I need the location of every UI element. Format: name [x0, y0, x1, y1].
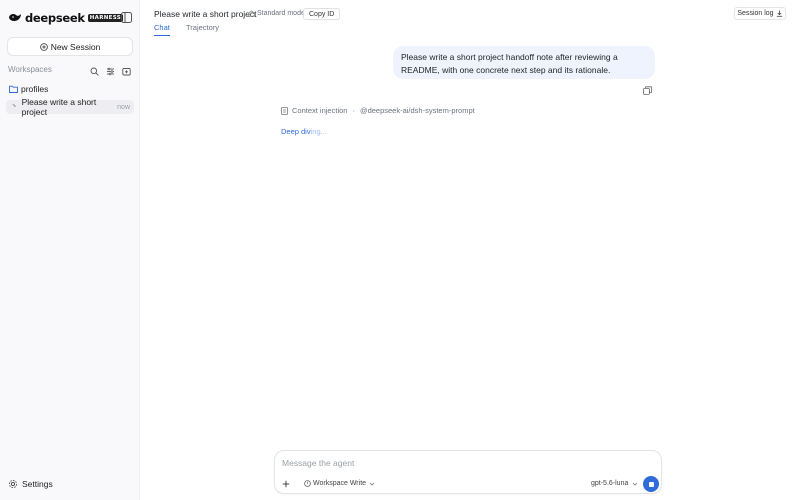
tab-trajectory[interactable]: Trajectory — [186, 23, 219, 35]
home-icon — [248, 10, 255, 17]
plus-circle-icon — [39, 42, 48, 51]
mode-label: Standard mode — [257, 10, 305, 17]
chevron-down-icon — [369, 482, 375, 486]
folder-icon — [9, 85, 18, 93]
gear-icon — [8, 479, 18, 489]
context-source: @deepseek-ai/dsh-system-prompt — [359, 106, 475, 115]
settings-label: Settings — [22, 479, 53, 489]
message-input[interactable] — [282, 457, 652, 469]
workspace-mode-label: Workspace Write — [313, 480, 367, 487]
page-title: Please write a short project — [154, 9, 257, 19]
filter-icon[interactable] — [106, 65, 115, 76]
session-log-button[interactable]: Session log — [734, 7, 786, 20]
settings-button[interactable]: Settings — [8, 479, 53, 489]
session-time: now — [117, 103, 130, 111]
new-folder-icon[interactable] — [122, 65, 131, 76]
model-select[interactable]: gpt-5.6-luna — [591, 480, 638, 487]
sidebar: deepseek HARNESS New Session Workspaces … — [0, 0, 140, 500]
copy-id-button[interactable]: Copy ID — [303, 8, 341, 20]
plus-icon[interactable] — [282, 480, 290, 488]
message-composer: Workspace Write gpt-5.6-luna — [274, 450, 662, 494]
new-session-button[interactable]: New Session — [7, 37, 133, 56]
whale-logo-icon — [9, 13, 21, 21]
status-text-main: Deep div — [281, 127, 311, 136]
separator-dot: · — [352, 106, 355, 115]
context-injection-row[interactable]: Context injection · @deepseek-ai/dsh-sys… — [281, 106, 475, 115]
stop-button[interactable] — [643, 476, 659, 492]
workspaces-label: Workspaces — [8, 65, 52, 74]
status-text-fade: ing... — [310, 127, 327, 136]
new-session-label: New Session — [50, 41, 101, 52]
tab-chat[interactable]: Chat — [154, 23, 170, 36]
sidebar-toggle-icon[interactable] — [121, 12, 132, 23]
document-icon — [281, 106, 288, 115]
loading-spinner-icon — [12, 104, 16, 108]
session-title: Please write a short project — [21, 97, 97, 117]
stop-icon — [648, 481, 654, 487]
brand-tag: HARNESS — [87, 14, 123, 22]
download-icon — [776, 10, 782, 17]
session-log-label: Session log — [737, 10, 774, 17]
workspace-mode-select[interactable]: Workspace Write — [304, 480, 375, 487]
folder-label: profiles — [21, 84, 49, 94]
session-list-item[interactable]: Please write a short project now — [6, 97, 134, 117]
mode-indicator: Standard mode — [248, 10, 305, 17]
context-label: Context injection — [292, 106, 348, 115]
search-icon[interactable] — [90, 65, 99, 76]
workspace-write-icon — [304, 480, 311, 487]
user-message-bubble: Please write a short project handoff not… — [393, 46, 655, 79]
brand-name: deepseek — [25, 11, 85, 25]
chevron-down-icon — [633, 482, 638, 486]
brand-logo[interactable]: deepseek HARNESS — [8, 10, 123, 26]
status-text: Deep diving... — [281, 127, 327, 136]
workspace-folder[interactable]: profiles — [9, 84, 48, 94]
workspace-actions — [90, 65, 131, 76]
model-label: gpt-5.6-luna — [591, 480, 629, 487]
copy-icon[interactable] — [643, 86, 652, 95]
